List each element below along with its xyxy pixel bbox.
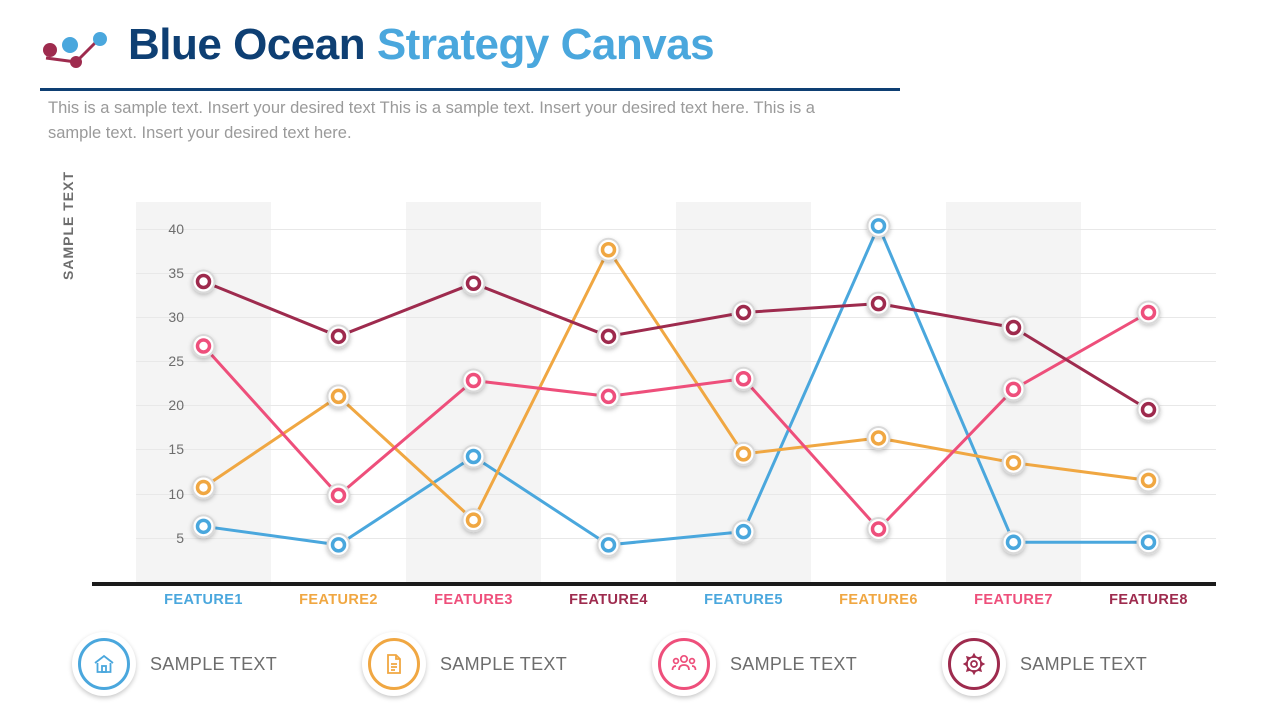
data-point[interactable] [191,334,216,359]
legend-item[interactable]: SAMPLE TEXT [652,632,942,696]
gear-icon-glyph [948,638,1000,690]
legend-item[interactable]: SAMPLE TEXT [942,632,1232,696]
document-icon-glyph [368,638,420,690]
data-point[interactable] [326,384,351,409]
slide: Blue Ocean Strategy Canvas This is a sam… [0,0,1280,720]
data-point[interactable] [1001,377,1026,402]
data-point[interactable] [731,300,756,325]
data-point[interactable] [731,519,756,544]
data-point[interactable] [326,532,351,557]
y-tick-label: 10 [168,485,184,502]
page-title: Blue Ocean Strategy Canvas [128,20,715,70]
title-part-1: Blue Ocean [128,20,377,69]
data-point[interactable] [461,271,486,296]
data-point[interactable] [1136,468,1161,493]
people-icon-glyph [658,638,710,690]
data-point[interactable] [326,483,351,508]
legend-label: SAMPLE TEXT [440,653,568,674]
data-point[interactable] [731,366,756,391]
data-point[interactable] [866,516,891,541]
data-point[interactable] [1001,315,1026,340]
data-point[interactable] [596,532,621,557]
data-point[interactable] [326,324,351,349]
data-point[interactable] [1001,530,1026,555]
x-axis-labels: FEATURE1 FEATURE2 FEATURE3 FEATURE4 FEATURE5… [136,592,1216,608]
title-part-2: Strategy Canvas [376,20,715,69]
people-icon [652,632,716,696]
data-point[interactable] [1136,397,1161,422]
legend-label: SAMPLE TEXT [1020,653,1148,674]
y-tick-label: 40 [168,220,184,237]
legend-item[interactable]: SAMPLE TEXT [72,632,362,696]
data-point[interactable] [866,291,891,316]
x-axis-label: FEATURE6 [839,592,918,608]
x-axis-label: FEATURE7 [974,592,1053,608]
data-point[interactable] [596,324,621,349]
data-point[interactable] [1136,300,1161,325]
x-axis-label: FEATURE4 [569,592,648,608]
title-divider [40,88,900,91]
chart-series-layer [191,213,1161,557]
data-point[interactable] [596,237,621,262]
x-axis-label: FEATURE3 [434,592,513,608]
y-tick-label: 20 [168,397,184,414]
gear-icon [942,632,1006,696]
data-point[interactable] [191,475,216,500]
chart-plot-area [136,202,1216,582]
home-icon [72,632,136,696]
logo-icon [43,32,107,68]
data-point[interactable] [866,213,891,238]
home-icon-glyph [78,638,130,690]
legend-item[interactable]: SAMPLE TEXT [362,632,652,696]
legend-label: SAMPLE TEXT [150,653,278,674]
data-point[interactable] [731,441,756,466]
data-point[interactable] [596,384,621,409]
x-axis-label: FEATURE1 [164,592,243,608]
legend-label: SAMPLE TEXT [730,653,858,674]
data-point[interactable] [191,269,216,294]
x-axis-line [92,582,1216,586]
data-point[interactable] [461,508,486,533]
data-point[interactable] [461,368,486,393]
y-tick-label: 25 [168,353,184,370]
y-axis-label: SAMPLE TEXT [60,170,76,280]
document-icon [362,632,426,696]
x-axis-label: FEATURE8 [1109,592,1188,608]
data-point[interactable] [191,514,216,539]
data-point[interactable] [1136,530,1161,555]
data-point[interactable] [461,444,486,469]
y-tick-label: 30 [168,308,184,325]
y-tick-label: 35 [168,264,184,281]
data-point[interactable] [866,425,891,450]
x-axis-label: FEATURE2 [299,592,378,608]
data-point[interactable] [1001,450,1026,475]
y-tick-label: 15 [168,441,184,458]
x-axis-label: FEATURE5 [704,592,783,608]
subtitle-text: This is a sample text. Insert your desir… [48,99,815,142]
y-tick-label: 5 [176,529,184,546]
chart-legend: SAMPLE TEXT SAMPLE TEXT SAMPLE TEXT SAMPLE … [72,632,1232,696]
